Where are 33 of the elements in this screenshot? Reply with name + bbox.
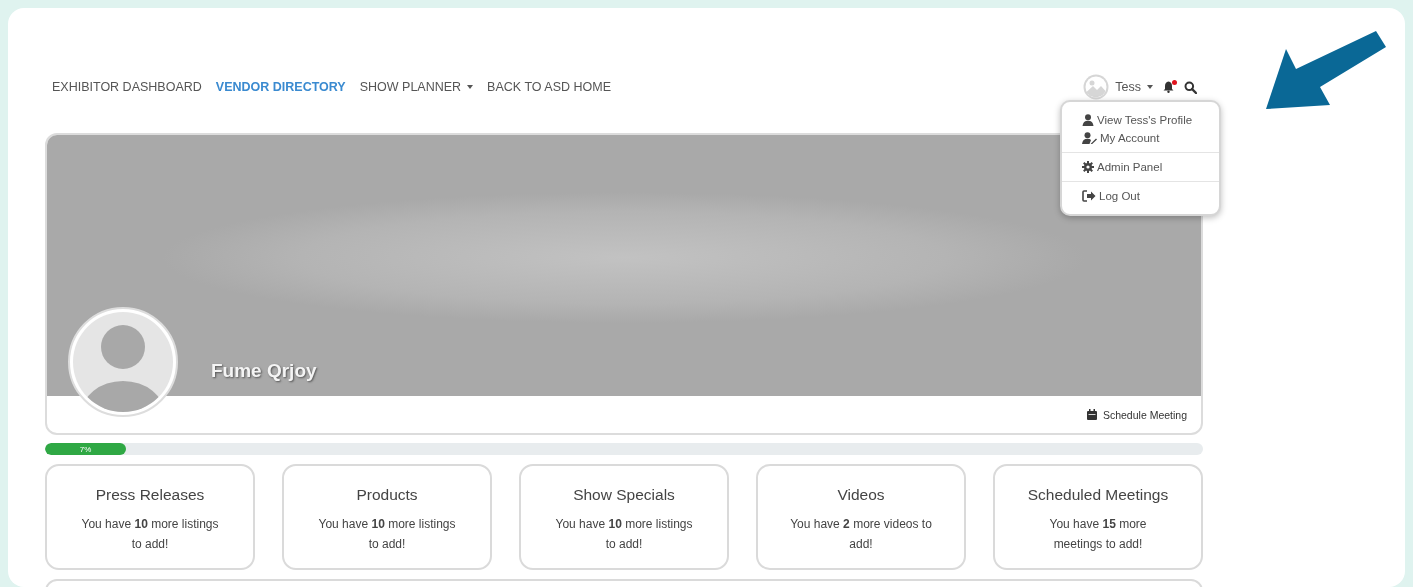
person-edit-icon: [1082, 132, 1097, 144]
profile-name: Fume Qrjoy: [211, 360, 317, 382]
card-text: You have 10 more listings to add!: [554, 516, 694, 553]
search-icon[interactable]: [1184, 80, 1197, 94]
nav-link[interactable]: EXHIBITOR DASHBOARD: [52, 80, 202, 94]
user-menu-toggle[interactable]: Tess: [1083, 74, 1153, 100]
card-text: You have 10 more listings to add!: [317, 516, 457, 553]
calendar-icon: [1086, 409, 1097, 420]
card-title: Videos: [836, 486, 886, 504]
card-text: You have 2 more videos to add!: [789, 516, 933, 553]
caret-icon: [1147, 85, 1153, 89]
nav-link[interactable]: SHOW PLANNER: [359, 80, 474, 94]
menu-item[interactable]: View Tess's Profile: [1062, 111, 1219, 129]
card-title: Scheduled Meetings: [1026, 486, 1170, 504]
gear-icon: [1082, 161, 1094, 173]
card-text: You have 15 more meetings to add!: [1048, 516, 1148, 553]
menu-item[interactable]: Log Out: [1062, 187, 1219, 205]
card-text: You have 10 more listings to add!: [80, 516, 220, 553]
logout-icon: [1082, 190, 1096, 202]
nav-link[interactable]: VENDOR DIRECTORY: [215, 80, 346, 94]
card-title: Press Releases: [94, 486, 206, 504]
person-icon: [1082, 114, 1094, 126]
schedule-meeting-button[interactable]: Schedule Meeting: [1086, 408, 1187, 421]
card-title: Show Specials: [572, 486, 676, 504]
card-title: Products: [355, 486, 419, 504]
menu-item[interactable]: Admin Panel: [1062, 158, 1219, 176]
menu-item[interactable]: My Account: [1062, 129, 1219, 147]
notification-button[interactable]: [1163, 81, 1174, 93]
profile-avatar-icon: [68, 307, 178, 417]
progress-fill: 7%: [45, 443, 127, 455]
user-name: Tess: [1115, 80, 1141, 94]
nav-link[interactable]: BACK TO ASD HOME: [487, 80, 611, 94]
bell-icon: [1163, 81, 1174, 93]
